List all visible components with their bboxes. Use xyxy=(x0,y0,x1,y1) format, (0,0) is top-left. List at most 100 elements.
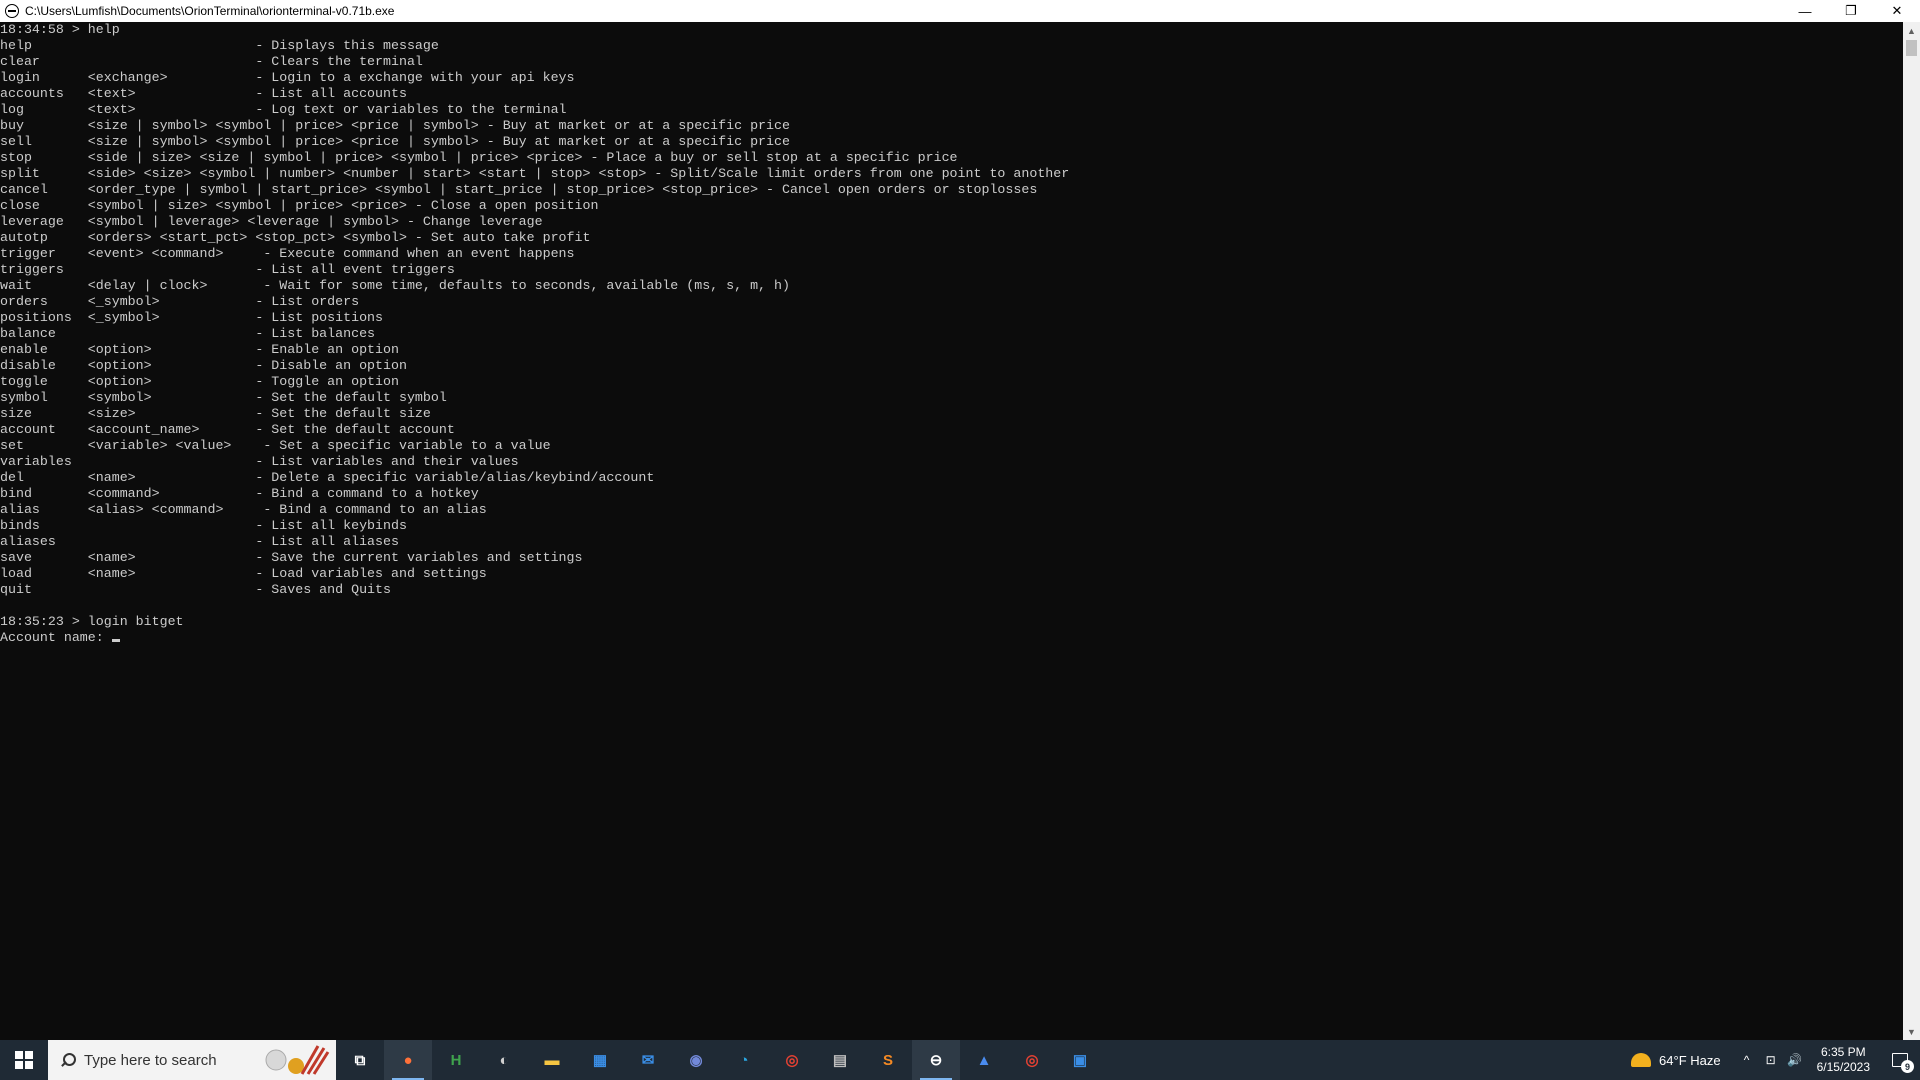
notification-count: 9 xyxy=(1901,1060,1914,1073)
close-button[interactable]: ✕ xyxy=(1874,0,1920,22)
scroll-down-icon[interactable]: ▼ xyxy=(1903,1023,1920,1040)
terminal-line: login <exchange> - Login to a exchange w… xyxy=(0,70,575,85)
orion-terminal-icon: ⊖ xyxy=(929,1052,943,1069)
vertical-scrollbar[interactable]: ▲ ▼ xyxy=(1903,22,1920,1040)
terminal-line: set <variable> <value> - Set a specific … xyxy=(0,438,551,453)
window-title: C:\Users\Lumfish\Documents\OrionTerminal… xyxy=(25,4,395,18)
terminal-line: leverage <symbol | leverage> <leverage |… xyxy=(0,214,543,229)
terminal-line: orders <_symbol> - List orders xyxy=(0,294,360,309)
windows-logo-icon xyxy=(15,1051,33,1069)
taskbar-button-edge[interactable]: ◔ xyxy=(720,1040,768,1080)
weather-haze-icon xyxy=(1631,1053,1652,1067)
terminal-line: variables - List variables and their val… xyxy=(0,454,519,469)
terminal-line: clear - Clears the terminal xyxy=(0,54,423,69)
volume-icon[interactable]: 🔊 xyxy=(1783,1040,1807,1080)
hex-editor-icon: H xyxy=(450,1051,462,1069)
terminal-line: load <name> - Load variables and setting… xyxy=(0,566,487,581)
terminal-line: binds - List all keybinds xyxy=(0,518,407,533)
terminal-line: toggle <option> - Toggle an option xyxy=(0,374,399,389)
system-tray: 64°F Haze ^ ⊡ 🔊 6:35 PM 6/15/2023 9 xyxy=(1631,1040,1920,1080)
app-icon xyxy=(5,4,19,18)
chrome-icon: ◎ xyxy=(785,1052,799,1069)
notification-center-button[interactable]: 9 xyxy=(1880,1040,1920,1080)
terminal-line: help - Displays this message xyxy=(0,38,439,53)
terminal-line: buy <size | symbol> <symbol | price> <pr… xyxy=(0,118,790,133)
terminal-line: 18:34:58 > help xyxy=(0,22,120,37)
terminal-line: account <account_name> - Set the default… xyxy=(0,422,455,437)
terminal-line: alias <alias> <command> - Bind a command… xyxy=(0,502,487,517)
window-app-icon: ▣ xyxy=(1072,1052,1088,1069)
terminal-line: triggers - List all event triggers xyxy=(0,262,455,277)
text-cursor xyxy=(111,639,120,642)
terminal-line: disable <option> - Disable an option xyxy=(0,358,407,373)
terminal-line: split <side> <size> <symbol | number> <n… xyxy=(0,166,1070,181)
taskbar-search[interactable]: Type here to search xyxy=(48,1040,336,1080)
search-icon xyxy=(60,1053,76,1067)
taskbar-apps: ⧉ ● H ◐ ▬ ▦ ✉ ◉ ◔ ◎ ▤ S ⊖ ▲ ◎ ▣ xyxy=(336,1040,1104,1080)
weather-widget[interactable]: 64°F Haze xyxy=(1631,1053,1721,1068)
terminal-line: enable <option> - Enable an option xyxy=(0,342,399,357)
minimize-button[interactable]: — xyxy=(1782,0,1828,22)
taskbar-button-obs[interactable]: ◐ xyxy=(480,1040,528,1080)
taskbar-button-mail[interactable]: ✉ xyxy=(624,1040,672,1080)
mail-icon: ✉ xyxy=(641,1052,655,1069)
taskbar-button-chrome[interactable]: ◎ xyxy=(768,1040,816,1080)
terminal-output[interactable]: 18:34:58 > help help - Displays this mess… xyxy=(0,22,1903,1040)
taskbar-button-file-explorer[interactable]: ▬ xyxy=(528,1040,576,1080)
account-name-prompt: Account name: xyxy=(0,630,112,645)
taskbar-button-chrome-profile[interactable]: ◎ xyxy=(1008,1040,1056,1080)
taskbar-button-orion-terminal[interactable]: ⊖ xyxy=(912,1040,960,1080)
sublime-text-icon: S xyxy=(882,1051,893,1069)
taskbar-button-microsoft-store[interactable]: ▦ xyxy=(576,1040,624,1080)
terminal-line: positions <_symbol> - List positions xyxy=(0,310,384,325)
window-titlebar: C:\Users\Lumfish\Documents\OrionTerminal… xyxy=(0,0,1920,22)
terminal-line: autotp <orders> <start_pct> <stop_pct> <… xyxy=(0,230,591,245)
taskbar-button-sublime-text[interactable]: S xyxy=(864,1040,912,1080)
clock-time: 6:35 PM xyxy=(1820,1045,1866,1059)
task-view-icon: ⧉ xyxy=(354,1051,366,1069)
taskbar-button-arc-app[interactable]: ▲ xyxy=(960,1040,1008,1080)
terminal-line: sell <size | symbol> <symbol | price> <p… xyxy=(0,134,790,149)
terminal-line: stop <side | size> <size | symbol | pric… xyxy=(0,150,958,165)
taskbar: Type here to search ⧉ ● H ◐ ▬ ▦ ✉ ◉ ◔ ◎ ▤ S ⊖ ▲ ◎ ▣ 64°… xyxy=(0,1040,1920,1080)
clock[interactable]: 6:35 PM 6/15/2023 xyxy=(1817,1045,1870,1075)
discord-icon: ◉ xyxy=(689,1052,703,1069)
chrome-profile-icon: ◎ xyxy=(1025,1052,1039,1069)
clock-date: 6/15/2023 xyxy=(1816,1060,1870,1074)
terminal-line: accounts <text> - List all accounts xyxy=(0,86,407,101)
terminal-line: bind <command> - Bind a command to a hot… xyxy=(0,486,479,501)
taskbar-button-firefox[interactable]: ● xyxy=(384,1040,432,1080)
terminal-line: size <size> - Set the default size xyxy=(0,406,431,421)
search-highlight-icon xyxy=(265,1045,330,1075)
firefox-icon: ● xyxy=(403,1051,413,1069)
terminal-line: wait <delay | clock> - Wait for some tim… xyxy=(0,278,790,293)
file-explorer-icon: ▬ xyxy=(544,1051,560,1069)
taskbar-button-task-view[interactable]: ⧉ xyxy=(336,1040,384,1080)
terminal-line: 18:35:23 > login bitget xyxy=(0,614,184,629)
restore-button[interactable]: ❐ xyxy=(1828,0,1874,22)
terminal-line: symbol <symbol> - Set the default symbol xyxy=(0,390,447,405)
obs-icon: ◐ xyxy=(499,1051,509,1069)
terminal-line: close <symbol | size> <symbol | price> <… xyxy=(0,198,599,213)
terminal-line: aliases - List all aliases xyxy=(0,534,399,549)
terminal-line: log <text> - Log text or variables to th… xyxy=(0,102,567,117)
scroll-up-icon[interactable]: ▲ xyxy=(1903,22,1920,39)
start-button[interactable] xyxy=(0,1040,48,1080)
taskbar-button-window-app[interactable]: ▣ xyxy=(1056,1040,1104,1080)
network-icon[interactable]: ⊡ xyxy=(1759,1040,1783,1080)
terminal-line: del <name> - Delete a specific variable/… xyxy=(0,470,655,485)
taskbar-button-discord[interactable]: ◉ xyxy=(672,1040,720,1080)
taskbar-button-terminal-app[interactable]: ▤ xyxy=(816,1040,864,1080)
terminal-input-line[interactable]: Account name: xyxy=(0,630,1903,646)
terminal-line: save <name> - Save the current variables… xyxy=(0,550,583,565)
show-hidden-icons-icon[interactable]: ^ xyxy=(1735,1040,1759,1080)
scroll-thumb[interactable] xyxy=(1906,40,1917,56)
edge-icon: ◔ xyxy=(739,1051,749,1069)
weather-text: 64°F Haze xyxy=(1659,1052,1721,1068)
terminal-line: balance - List balances xyxy=(0,326,376,341)
terminal-line: trigger <event> <command> - Execute comm… xyxy=(0,246,575,261)
terminal-app-icon: ▤ xyxy=(832,1052,848,1069)
terminal-line: quit - Saves and Quits xyxy=(0,582,391,597)
taskbar-button-hex-editor[interactable]: H xyxy=(432,1040,480,1080)
